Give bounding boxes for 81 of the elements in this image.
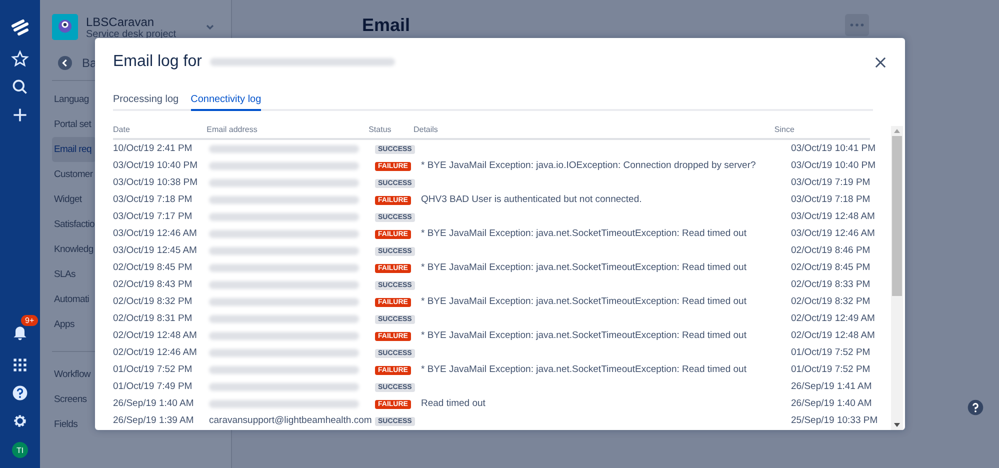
details-cell: * BYE JavaMail Exception: java.net.SocketTimeoutException: Read timed out [421,228,746,239]
details-cell: * BYE JavaMail Exception: java.net.SocketTimeoutException: Read timed out [421,364,746,375]
sidebar-item[interactable]: Email req [52,137,96,162]
column-header: Since [774,126,796,134]
search-icon[interactable] [11,78,29,96]
help-icon[interactable] [967,399,984,416]
column-header: Email address [206,126,258,134]
email-cell: caravansupport@lightbeamhealth.com [209,415,372,426]
notification-badge: 9+ [21,315,38,326]
since-cell: 01/Oct/19 7:52 PM [791,364,870,375]
sidebar-item[interactable]: Widget [52,187,96,212]
date-cell: 03/Oct/19 12:46 AM [113,228,197,239]
date-cell: 01/Oct/19 7:49 PM [113,381,192,392]
since-cell: 03/Oct/19 7:19 PM [791,177,870,188]
plus-icon[interactable] [11,106,29,124]
date-cell: 03/Oct/19 7:17 PM [113,211,192,222]
since-cell: 26/Sep/19 1:41 AM [791,381,872,392]
user-avatar[interactable]: TI [12,442,28,458]
date-cell: 02/Oct/19 12:46 AM [113,347,197,358]
settings-icon[interactable] [11,412,29,430]
date-cell: 03/Oct/19 10:40 PM [113,160,198,171]
column-header: Status [368,126,392,134]
app-grid-icon[interactable] [11,356,29,374]
tab[interactable]: Processing log [113,94,179,111]
close-icon[interactable] [875,56,886,68]
star-icon[interactable] [11,50,29,68]
sidebar-item[interactable]: Workflow [52,362,96,387]
logo-icon[interactable] [10,18,30,38]
sidebar-item[interactable]: SLAs [52,262,96,287]
page-title: Email [362,14,410,36]
details-cell: * BYE JavaMail Exception: java.net.SocketTimeoutException: Read timed out [421,330,746,341]
details-cell: Read timed out [421,398,486,409]
date-cell: 26/Sep/19 1:40 AM [113,398,194,409]
sidebar-item[interactable]: Knowledg [52,237,96,262]
column-header: Details [413,126,439,134]
sidebar-item[interactable]: Satisfactio [52,212,97,237]
sidebar-item[interactable]: Portal set [52,112,96,137]
details-cell: * BYE JavaMail Exception: java.io.IOException: Connection dropped by server? [421,160,756,171]
since-cell: 03/Oct/19 12:48 AM [791,211,875,222]
project-name: LBSCaravan [86,14,156,28]
details-cell: QHV3 BAD User is authenticated but not connected. [421,194,642,205]
sidebar-item[interactable]: Screens [52,387,96,412]
since-cell: 02/Oct/19 8:32 PM [791,296,870,307]
sidebar-item[interactable]: Apps [52,312,96,337]
sidebar-item[interactable]: Automati [52,287,96,312]
more-icon [850,23,864,27]
project-avatar-icon [52,14,78,40]
date-cell: 10/Oct/19 2:41 PM [113,143,192,154]
project-type: Service desk project [86,28,178,40]
date-cell: 03/Oct/19 7:18 PM [113,194,192,205]
since-cell: 03/Oct/19 10:41 PM [791,143,876,154]
date-cell: 02/Oct/19 12:48 AM [113,330,197,341]
since-cell: 02/Oct/19 12:49 AM [791,313,875,324]
since-cell: 02/Oct/19 8:33 PM [791,279,870,290]
dialog-title: Email log for [113,53,202,71]
help-icon[interactable] [11,384,29,402]
date-cell: 26/Sep/19 1:39 AM [113,415,194,426]
date-cell: 02/Oct/19 8:43 PM [113,279,192,290]
column-header: Date [113,126,131,134]
since-cell: 01/Oct/19 7:52 PM [791,347,870,358]
scrollbar[interactable] [891,126,903,430]
since-cell: 02/Oct/19 12:48 AM [791,330,875,341]
since-cell: 26/Sep/19 1:40 AM [791,398,872,409]
date-cell: 02/Oct/19 8:45 PM [113,262,192,273]
since-cell: 02/Oct/19 8:45 PM [791,262,870,273]
since-cell: 25/Sep/19 10:33 PM [791,415,878,426]
since-cell: 02/Oct/19 8:46 PM [791,245,870,256]
date-cell: 02/Oct/19 8:32 PM [113,296,192,307]
sidebar-item[interactable]: Languag [52,87,96,112]
since-cell: 03/Oct/19 7:18 PM [791,194,870,205]
date-cell: 03/Oct/19 12:45 AM [113,245,197,256]
date-cell: 02/Oct/19 8:31 PM [113,313,192,324]
details-cell: * BYE JavaMail Exception: java.net.SocketTimeoutException: Read timed out [421,296,746,307]
sidebar-item[interactable]: Customer [52,162,96,187]
sidebar-item[interactable]: Fields [52,412,96,437]
tab[interactable]: Connectivity log [190,94,262,111]
details-cell: * BYE JavaMail Exception: java.net.SocketTimeoutException: Read timed out [421,262,746,273]
date-cell: 01/Oct/19 7:52 PM [113,364,192,375]
date-cell: 03/Oct/19 10:38 PM [113,177,198,188]
since-cell: 03/Oct/19 10:40 PM [791,160,876,171]
since-cell: 03/Oct/19 12:46 AM [791,228,875,239]
